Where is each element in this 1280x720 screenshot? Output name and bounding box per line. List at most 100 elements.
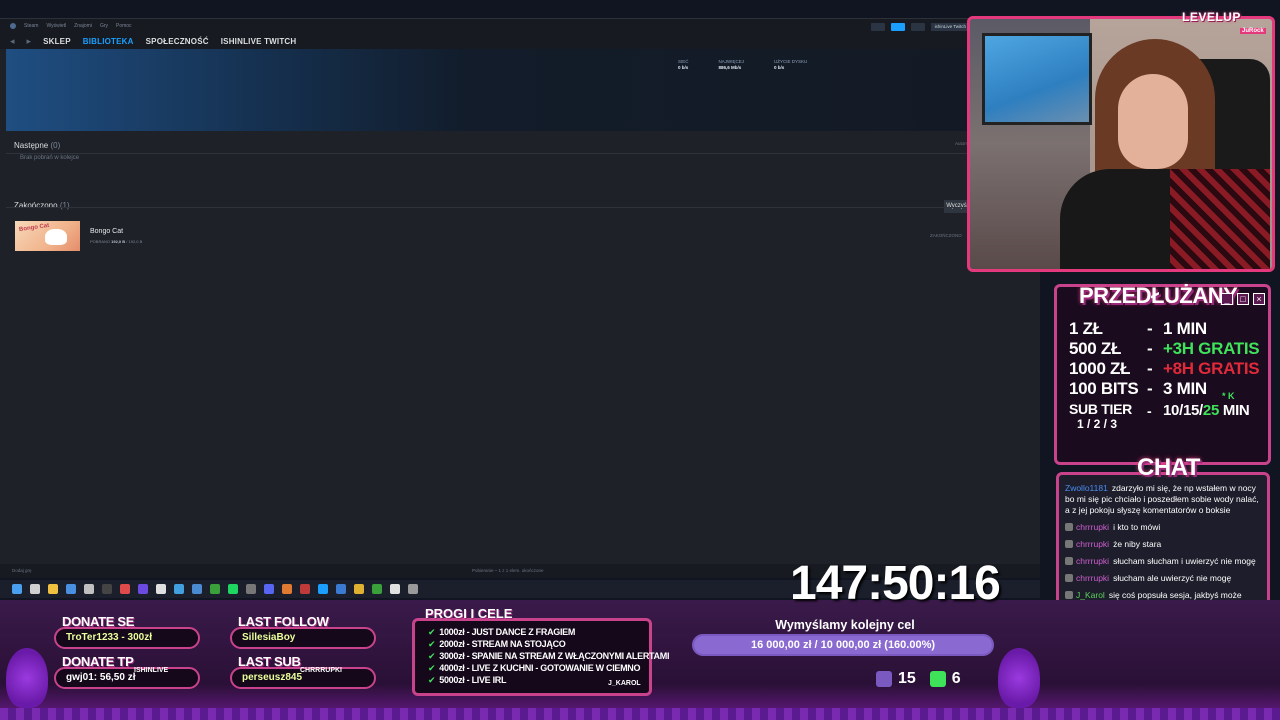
webcam-frame <box>967 16 1275 272</box>
download-indicator-icon[interactable] <box>870 23 885 31</box>
menu-item-friends[interactable]: Znajomi <box>74 23 92 29</box>
store-icon[interactable] <box>66 584 76 594</box>
chat-username[interactable]: J_Karol <box>1076 590 1105 600</box>
pixel-floor <box>0 708 1280 720</box>
goals-title: PROGI I CELE <box>425 606 513 621</box>
last-follow-value: SillesiaBoy <box>230 627 376 649</box>
chat-username[interactable]: chrrrupki <box>1076 539 1109 549</box>
user-badge-icon <box>1065 540 1073 548</box>
thumbnail-logo: Bongo Cat <box>18 222 50 234</box>
minimize-icon: _ <box>1221 293 1233 305</box>
chat-text: że niby stara <box>1113 539 1162 549</box>
chat-username[interactable]: chrrrupki <box>1076 522 1109 532</box>
brand-sub-logo: JuRock <box>1240 28 1266 34</box>
rate-row: 100 BITS -3 MIN <box>1069 379 1207 398</box>
rate-row: 500 ZŁ - +3H GRATIS <box>1069 339 1260 358</box>
nav-store[interactable]: SKLEP <box>43 37 71 46</box>
steam-logo-icon <box>10 23 16 29</box>
app-icon[interactable] <box>282 584 292 594</box>
nav-profile[interactable]: ISHINLIVE TWITCH <box>221 37 297 46</box>
steam-nav-bar: ◂ ▸ SKLEP BIBLIOTEKA SPOŁECZNOŚĆ ISHINLI… <box>0 33 1040 49</box>
nav-library[interactable]: BIBLIOTEKA <box>83 37 134 46</box>
section-divider <box>6 153 1040 154</box>
chat-username[interactable]: chrrrupki <box>1076 573 1109 583</box>
app-icon[interactable] <box>372 584 382 594</box>
app-icon[interactable] <box>300 584 310 594</box>
browser-icon[interactable] <box>120 584 130 594</box>
downloads-header: SIEĆ 0 b/s NAJWIĘCEJ 886,6 Mb/s UŻYCIE DYS… <box>6 49 1040 131</box>
chrome-icon[interactable] <box>354 584 364 594</box>
check-icon: ✔ <box>428 663 436 673</box>
chat-text: słucham słucham i uwierzyć nie mogę <box>1113 556 1256 566</box>
sub-tier-levels: 1 / 2 / 3 <box>1077 417 1118 431</box>
chat-username[interactable]: chrrrupki <box>1076 556 1109 566</box>
steam-icon[interactable] <box>318 584 328 594</box>
user-badge-icon <box>1065 557 1073 565</box>
app-icon[interactable] <box>246 584 256 594</box>
donate-tp-value: gwj01: 56,50 zł <box>54 667 200 689</box>
game-thumbnail[interactable]: Bongo Cat <box>15 221 80 251</box>
menu-item-view[interactable]: Wyświetl <box>46 23 66 29</box>
menu-item-help[interactable]: Pomoc <box>116 23 132 29</box>
next-goal-progress: 16 000,00 zł / 10 000,00 zł (160.00%) <box>692 634 994 656</box>
account-button[interactable]: ishinLive Twitch <box>930 23 970 31</box>
maximize-icon: □ <box>1237 293 1249 305</box>
terminal-icon[interactable] <box>102 584 112 594</box>
donate-se-value: TroTer1233 - 300zł <box>54 627 200 649</box>
kick-sub-count: 6 <box>951 670 961 687</box>
next-goal-title: Wymyślamy kolejny cel <box>775 618 915 632</box>
explorer-icon[interactable] <box>48 584 58 594</box>
notification-icon[interactable] <box>910 23 925 31</box>
chat-username[interactable]: Zwollo1181 <box>1065 483 1108 493</box>
spotify-icon[interactable] <box>228 584 238 594</box>
steam-window: Steam Wyświetl Znajomi Gry Pomoc ishinLi… <box>0 18 1040 578</box>
stat-peak: NAJWIĘCEJ 886,6 Mb/s <box>718 59 745 70</box>
game-title[interactable]: Bongo Cat <box>90 228 123 235</box>
downloads-status[interactable]: Pobieranie – 1 z 1 elem. ukończone <box>472 568 544 573</box>
nav-community[interactable]: SPOŁECZNOŚĆ <box>146 37 209 46</box>
queue-section-title: Następne (0) <box>14 141 61 150</box>
search-icon[interactable] <box>30 584 40 594</box>
goal-item: ✔ 4000zł - LIVE Z KUCHNI - GOTOWANIE W CI… <box>428 663 641 673</box>
goal-item: ✔ 3000zł - SPANIE NA STREAM Z WŁĄCZONYMI … <box>428 651 670 661</box>
menu-item-games[interactable]: Gry <box>100 23 108 29</box>
character-tag: CHRRRUPKI <box>300 667 342 674</box>
app-icon[interactable] <box>390 584 400 594</box>
discord-icon[interactable] <box>264 584 274 594</box>
subathon-timer: 147:50:16 <box>790 557 1001 610</box>
character-tag: J_KAROL <box>608 680 641 687</box>
windows-icon[interactable] <box>12 584 22 594</box>
chat-message: chrrrupki i kto to mówi <box>1065 522 1261 533</box>
app-icon[interactable] <box>138 584 148 594</box>
broadcast-icon[interactable] <box>890 23 905 31</box>
menu-item-steam[interactable]: Steam <box>24 23 38 29</box>
kick-icon <box>929 671 946 687</box>
close-icon: × <box>1253 293 1265 305</box>
download-stats: SIEĆ 0 b/s NAJWIĘCEJ 886,6 Mb/s UŻYCIE DYS… <box>678 59 807 71</box>
xbox-icon[interactable] <box>210 584 220 594</box>
add-game-button[interactable]: Dodaj grę <box>12 568 32 573</box>
game-status: ZAKOŃCZONO <box>930 233 962 238</box>
back-arrow-icon[interactable]: ◂ <box>10 36 15 47</box>
room-shelf <box>982 33 1092 125</box>
user-badge-icon <box>1065 574 1073 582</box>
app-icon[interactable] <box>174 584 184 594</box>
rate-row: 1000 ZŁ - +8H GRATIS <box>1069 359 1260 378</box>
twitch-sub-count: 15 <box>898 670 916 687</box>
extended-subathon-panel: PRZEDŁUŻANY _ □ × 1 ZŁ -1 MIN 500 ZŁ - +3H … <box>1054 283 1271 465</box>
chat-message: Zwollo1181 zdarzyło mi się, że np wstałem… <box>1065 483 1261 516</box>
panel-title: PRZEDŁUŻANY <box>1079 283 1238 308</box>
check-icon: ✔ <box>428 651 436 661</box>
app-icon[interactable] <box>192 584 202 594</box>
app-icon[interactable] <box>336 584 346 594</box>
app-icon[interactable] <box>408 584 418 594</box>
chat-text: słucham ale uwierzyć nie mogę <box>1113 573 1232 583</box>
app-icon[interactable] <box>156 584 166 594</box>
settings-icon[interactable] <box>84 584 94 594</box>
forward-arrow-icon[interactable]: ▸ <box>27 36 32 47</box>
chat-text: i kto to mówi <box>1113 522 1161 532</box>
steam-top-controls: ishinLive Twitch <box>870 23 970 31</box>
stat-disk: UŻYCIE DYSKU 0 b/s <box>774 59 808 70</box>
next-goal-amount: 16 000,00 zł / 10 000,00 zł (160.00%) <box>750 639 936 651</box>
section-divider <box>6 207 1040 208</box>
